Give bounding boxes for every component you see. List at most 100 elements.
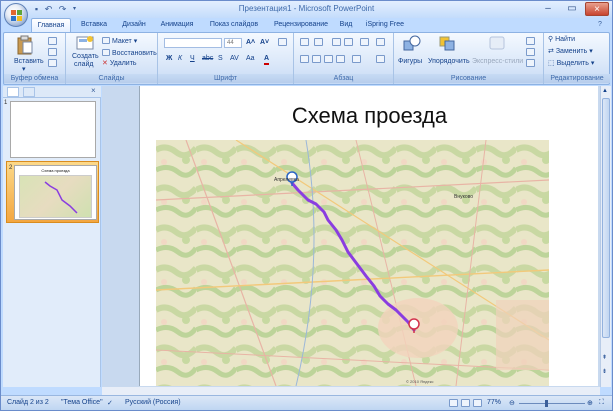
numbering-icon[interactable] — [314, 38, 323, 46]
redo-icon[interactable]: ↷ — [57, 4, 68, 15]
new-slide-label-2: слайд — [74, 61, 94, 68]
strikethrough-icon[interactable]: abc — [202, 55, 213, 63]
layout-label: Макет — [111, 38, 132, 45]
grow-font-icon[interactable]: A˄ — [246, 39, 255, 47]
slide-thumbnail-1[interactable] — [10, 101, 96, 158]
clear-format-icon[interactable] — [278, 38, 287, 46]
tab-home[interactable]: Главная — [31, 18, 71, 32]
slides-pane: × 1 2 Схема проезда — [3, 86, 101, 387]
tab-insert[interactable]: Вставка — [75, 18, 113, 32]
language-indicator[interactable]: Русский (Россия) — [125, 399, 181, 406]
font-name-combo[interactable] — [164, 38, 222, 48]
slides-tab-icon[interactable] — [7, 87, 19, 97]
paste-button[interactable]: Вставить ▾ — [14, 35, 44, 73]
undo-icon[interactable]: ↶ — [43, 4, 54, 15]
close-button[interactable]: × — [585, 2, 609, 16]
tab-animation[interactable]: Анимация — [155, 18, 199, 32]
tab-design[interactable]: Дизайн — [117, 18, 151, 32]
find-button[interactable]: ⚲ Найти — [548, 36, 575, 44]
shapes-button[interactable]: Фигуры — [398, 35, 426, 73]
quick-styles-icon — [489, 36, 505, 50]
tab-ispring[interactable]: iSpring Free — [361, 18, 409, 32]
minimize-button[interactable]: – — [536, 2, 560, 16]
shape-effects-icon[interactable] — [526, 59, 535, 67]
thumb-map — [19, 175, 92, 218]
slide-title[interactable]: Схема проезда — [140, 103, 599, 129]
sorter-view-icon[interactable] — [461, 399, 470, 407]
reset-button[interactable]: Восстановить — [102, 48, 157, 58]
align-left-icon[interactable] — [300, 55, 309, 63]
next-slide-icon[interactable]: ⇟ — [602, 368, 607, 375]
cut-icon[interactable] — [48, 37, 57, 45]
new-slide-icon — [76, 36, 94, 50]
zoom-level[interactable]: 77% — [487, 399, 501, 406]
align-center-icon[interactable] — [312, 55, 321, 63]
layout-button[interactable]: Макет ▾ — [102, 36, 137, 46]
bold-icon[interactable]: Ж — [166, 55, 172, 63]
ribbon: Вставить ▾ Буфер обмена Создать слайд Ма… — [3, 32, 610, 85]
align-right-icon[interactable] — [324, 55, 333, 63]
zoom-out-icon[interactable]: ⊖ — [509, 399, 515, 407]
powerpoint-window: Презентация1 - Microsoft PowerPoint ▪ ↶ … — [0, 0, 613, 411]
shape-fill-icon[interactable] — [526, 37, 535, 45]
drawing-group-label: Рисование — [394, 74, 543, 83]
italic-icon[interactable]: К — [178, 55, 182, 63]
copy-icon[interactable] — [48, 48, 57, 56]
shape-outline-icon[interactable] — [526, 48, 535, 56]
slide-thumbnail-2-selected[interactable]: 2 Схема проезда — [6, 161, 99, 223]
office-button[interactable] — [4, 3, 28, 27]
quick-styles-button[interactable]: Экспресс-стили — [472, 35, 524, 73]
shadow-icon[interactable]: S — [218, 55, 223, 63]
line-spacing-icon[interactable] — [360, 38, 369, 46]
spellcheck-icon[interactable]: ✓ — [107, 399, 113, 407]
office-logo-icon — [11, 10, 22, 21]
zoom-slider[interactable] — [519, 400, 585, 407]
route-map-image[interactable]: Апрелевка Внуково © 2010 Яндекс — [156, 140, 549, 386]
status-bar: Слайд 2 из 2 "Тема Office" ✓ Русский (Ро… — [1, 395, 612, 410]
format-painter-icon[interactable] — [48, 59, 57, 67]
font-color-icon[interactable]: A — [264, 55, 270, 65]
slideshow-view-icon[interactable] — [473, 399, 482, 407]
bullets-icon[interactable] — [300, 38, 309, 46]
customize-toolbar-icon[interactable]: ▾ — [69, 4, 80, 15]
tab-review[interactable]: Рецензирование — [269, 18, 333, 32]
columns-icon[interactable] — [352, 55, 361, 63]
delete-slide-button[interactable]: ✕ Удалить — [102, 60, 137, 68]
maximize-button[interactable]: ▭ — [560, 2, 584, 16]
text-direction-icon[interactable] — [376, 38, 385, 46]
zoom-in-icon[interactable]: ⊕ — [587, 399, 593, 407]
tab-slideshow[interactable]: Показ слайдов — [203, 18, 265, 32]
case-icon[interactable]: Aa — [246, 55, 255, 63]
save-icon[interactable]: ▪ — [31, 4, 42, 15]
shrink-font-icon[interactable]: A˅ — [260, 39, 269, 47]
replace-button[interactable]: ⇄ Заменить ▾ — [548, 48, 593, 56]
editing-group-label: Редактирование — [544, 74, 610, 83]
select-button[interactable]: ⬚ Выделить ▾ — [548, 60, 594, 68]
arrange-button[interactable]: Упорядочить — [428, 35, 470, 73]
font-size-combo[interactable]: 44 — [224, 38, 242, 48]
spacing-icon[interactable]: AV — [230, 55, 239, 63]
decrease-indent-icon[interactable] — [332, 38, 341, 46]
new-slide-button[interactable]: Создать слайд — [70, 35, 100, 73]
align-text-icon[interactable] — [376, 55, 385, 63]
underline-icon[interactable]: Ч — [190, 55, 195, 63]
horizontal-scrollbar[interactable] — [102, 387, 600, 395]
outline-tab-icon[interactable] — [23, 87, 35, 97]
shapes-icon — [403, 35, 421, 51]
increase-indent-icon[interactable] — [344, 38, 353, 46]
tab-view[interactable]: Вид — [337, 18, 355, 32]
scroll-up-icon[interactable]: ▲ — [602, 88, 608, 94]
vertical-scrollbar[interactable]: ▲ ⇞ ⇟ — [600, 86, 611, 387]
justify-icon[interactable] — [336, 55, 345, 63]
quick-styles-label: Экспресс-стили — [472, 58, 524, 65]
close-pane-icon[interactable]: × — [91, 86, 96, 95]
scroll-thumb[interactable] — [602, 98, 610, 338]
clipboard-group-label: Буфер обмена — [4, 74, 65, 83]
fit-window-icon[interactable]: ⛶ — [599, 399, 604, 407]
normal-view-icon[interactable] — [449, 399, 458, 407]
replace-label: Заменить — [555, 48, 588, 55]
help-icon[interactable]: ? — [595, 18, 605, 32]
arrange-icon — [439, 36, 455, 51]
zoom-slider-thumb[interactable] — [545, 400, 548, 407]
prev-slide-icon[interactable]: ⇞ — [602, 354, 607, 361]
